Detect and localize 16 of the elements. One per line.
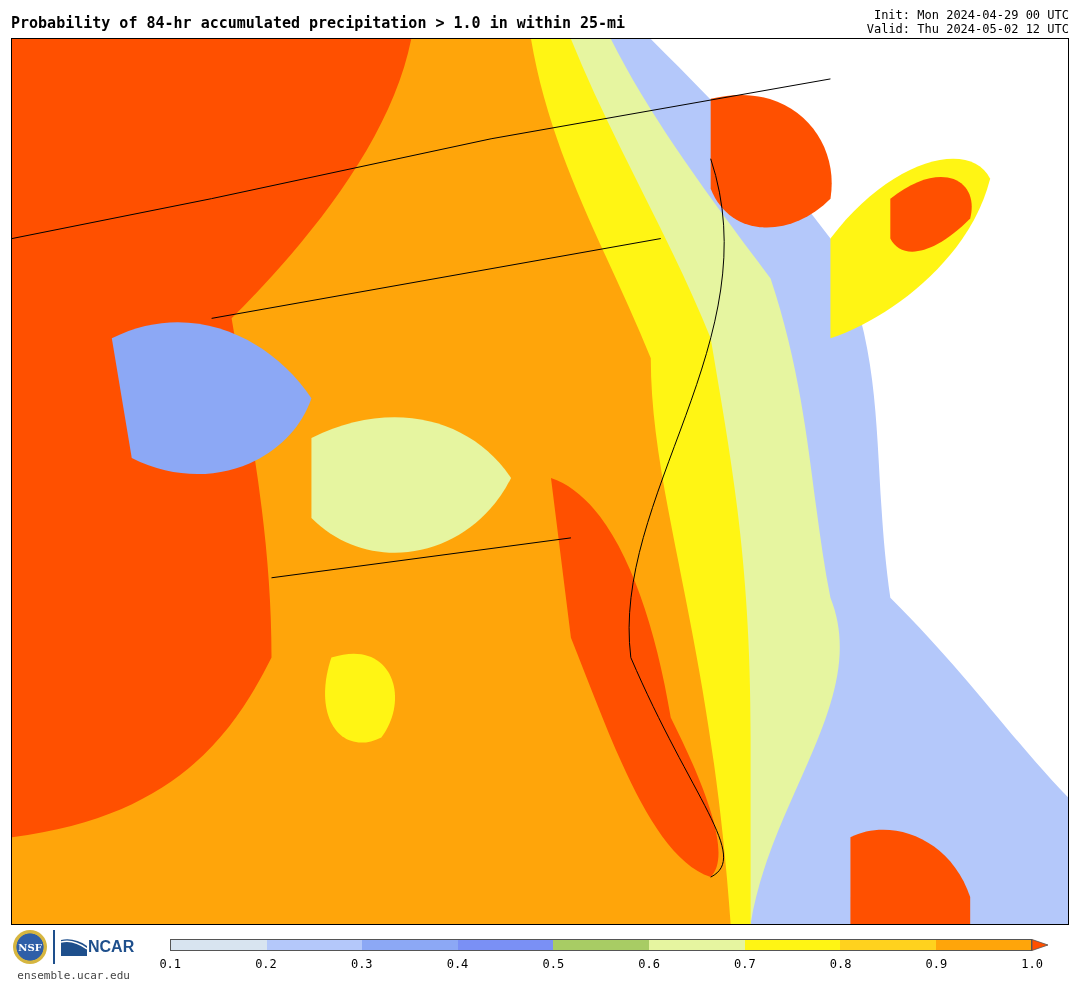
tick-label: 0.9: [925, 957, 948, 971]
init-time: Init: Mon 2024-04-29 00 UTC: [873, 8, 1069, 22]
ncar-logo: NCAR: [61, 938, 135, 956]
tick-label: 0.3: [350, 957, 373, 971]
tick-label: 0.2: [255, 957, 277, 971]
tick-label: 0.4: [446, 957, 469, 971]
nsf-logo: NSF: [13, 930, 47, 964]
tick-label: 0.6: [638, 957, 660, 971]
tick-label: 0.7: [733, 957, 756, 971]
tick-label: 0.1: [159, 957, 182, 971]
tick-label: 0.8: [829, 957, 852, 971]
valid-time: Valid: Thu 2024-05-02 12 UTC: [866, 22, 1069, 36]
chart-title: Probability of 84-hr accumulated precipitation > 1.0 in within 25-mi: [11, 14, 626, 34]
tick-label: 1.0: [1021, 957, 1043, 971]
tick-label: 0.5: [542, 957, 565, 971]
website-url: ensemble.ucar.edu: [17, 969, 130, 982]
